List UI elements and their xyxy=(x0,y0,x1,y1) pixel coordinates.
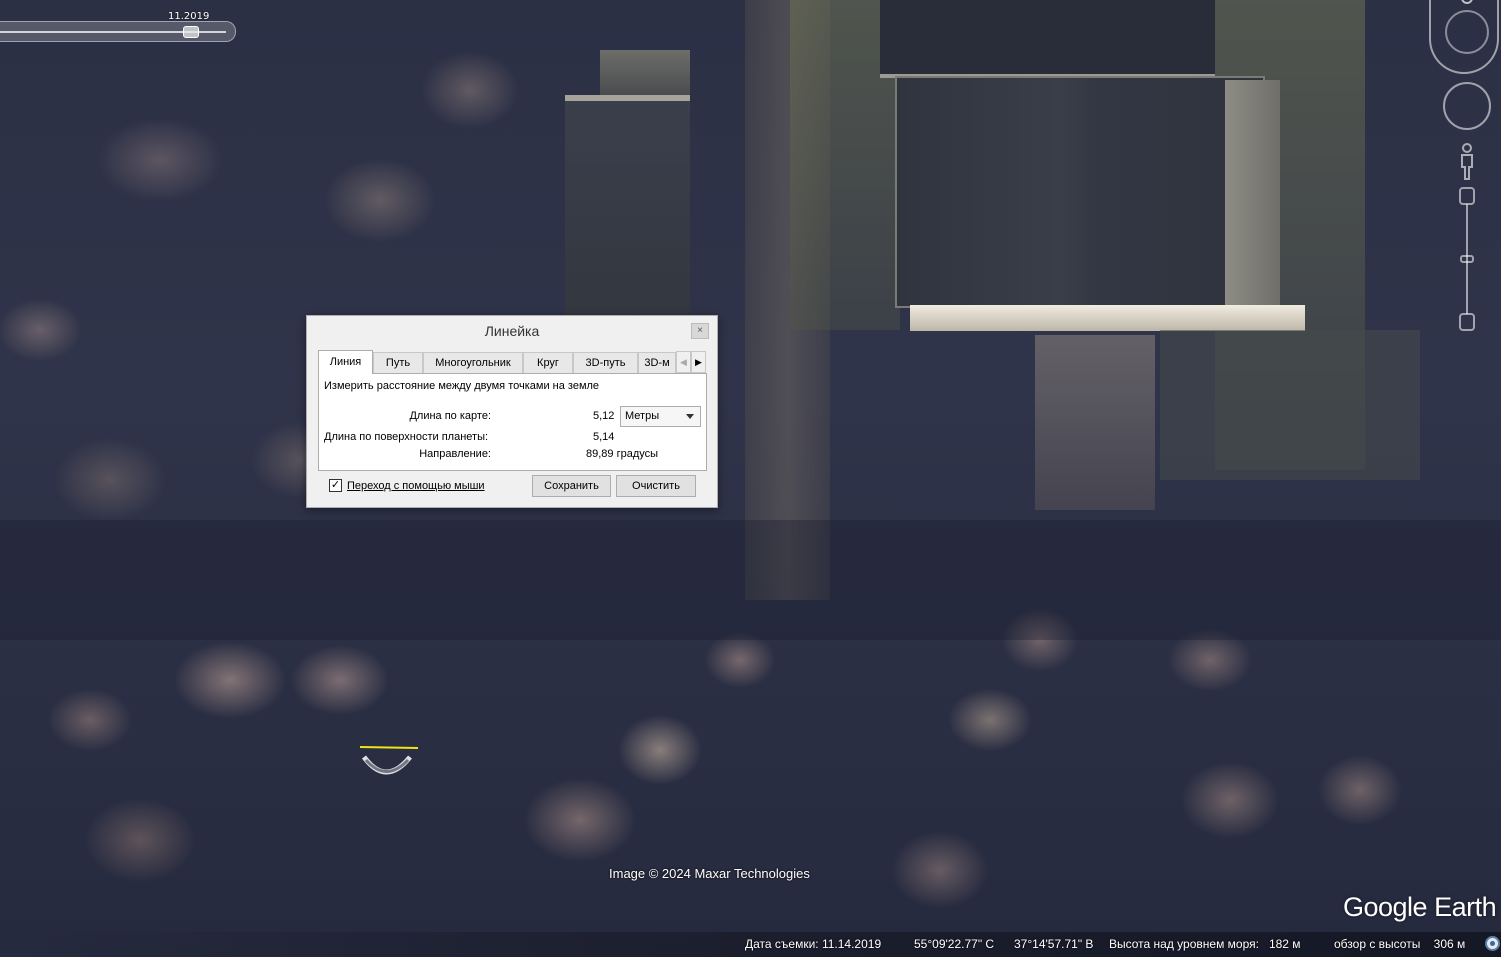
google-earth-logo: Google Earth xyxy=(1343,892,1497,922)
tab-3d-polygon[interactable]: 3D-м xyxy=(638,352,676,373)
mouse-navigation-checkbox[interactable]: ✓ xyxy=(329,479,342,492)
status-eye-altitude: обзор с высоты 306 м xyxy=(1334,937,1466,951)
map-length-value: 5,12 xyxy=(593,410,615,422)
tab-polygon[interactable]: Многоугольник xyxy=(423,352,523,373)
units-select[interactable]: Метры xyxy=(620,406,701,427)
close-icon[interactable]: × xyxy=(691,323,709,339)
tab-scroll-right-icon[interactable]: ▶ xyxy=(691,351,706,373)
ground-length-label: Длина по поверхности планеты: xyxy=(324,431,489,443)
tab-scroll-left-icon[interactable]: ◀ xyxy=(676,351,691,373)
building-roof xyxy=(600,50,690,95)
mouse-navigation-label[interactable]: Переход с помощью мыши xyxy=(347,480,485,492)
status-elevation: Высота над уровнем моря: 182 м xyxy=(1109,937,1301,951)
measurement-segment[interactable] xyxy=(359,746,418,749)
building-roof xyxy=(565,95,690,315)
measurement-panel: Измерить расстояние между двумя точками … xyxy=(318,373,707,471)
clear-button[interactable]: Очистить xyxy=(616,475,696,497)
time-slider-thumb[interactable] xyxy=(183,26,199,38)
building-roof xyxy=(880,0,1215,78)
heading-label: Направление: xyxy=(419,448,491,460)
network-status-icon[interactable] xyxy=(1485,936,1500,951)
chevron-down-icon xyxy=(686,414,694,419)
status-latitude: 55°09'22.77" С xyxy=(914,937,995,951)
zoom-slider-icon[interactable] xyxy=(1457,186,1477,334)
tab-3d-path[interactable]: 3D-путь xyxy=(573,352,638,373)
compass-ring[interactable] xyxy=(1445,10,1489,54)
imagery-copyright: Image © 2024 Maxar Technologies xyxy=(609,866,810,881)
status-imagery-date: Дата съемки: 11.14.2019 xyxy=(745,937,882,951)
tab-circle[interactable]: Круг xyxy=(523,352,573,373)
time-slider[interactable] xyxy=(0,21,236,42)
yard xyxy=(1035,335,1155,510)
tab-line[interactable]: Линия xyxy=(318,350,373,374)
pavement xyxy=(1160,330,1420,480)
measurement-line[interactable] xyxy=(358,725,418,775)
tab-path[interactable]: Путь xyxy=(373,352,423,373)
ruler-dialog: Линейка × Линия Путь Многоугольник Круг … xyxy=(306,315,718,508)
time-slider-date: 11.2019 xyxy=(168,11,210,22)
building-wall xyxy=(910,305,1305,331)
building-roof xyxy=(895,76,1265,308)
north-marker[interactable] xyxy=(1461,0,1473,4)
pegman-icon[interactable] xyxy=(1459,142,1475,180)
dialog-title[interactable]: Линейка xyxy=(307,316,717,346)
look-joystick-icon[interactable] xyxy=(1443,82,1491,130)
shadow xyxy=(0,520,1501,640)
units-select-value: Метры xyxy=(625,410,660,422)
status-longitude: 37°14'57.71" В xyxy=(1014,937,1094,951)
ground-length-value: 5,14 xyxy=(593,431,615,443)
map-length-label: Длина по карте: xyxy=(409,410,491,422)
navigation-controls xyxy=(1426,0,1501,340)
heading-value: 89,89 градусы xyxy=(586,448,659,460)
save-button[interactable]: Сохранить xyxy=(532,475,611,497)
compass-icon[interactable] xyxy=(1429,0,1499,74)
ruler-tabs: Линия Путь Многоугольник Круг 3D-путь 3D… xyxy=(318,350,708,374)
map-view[interactable] xyxy=(0,0,1501,957)
measurement-description: Измерить расстояние между двумя точками … xyxy=(324,380,600,392)
building-wall xyxy=(1225,80,1280,305)
